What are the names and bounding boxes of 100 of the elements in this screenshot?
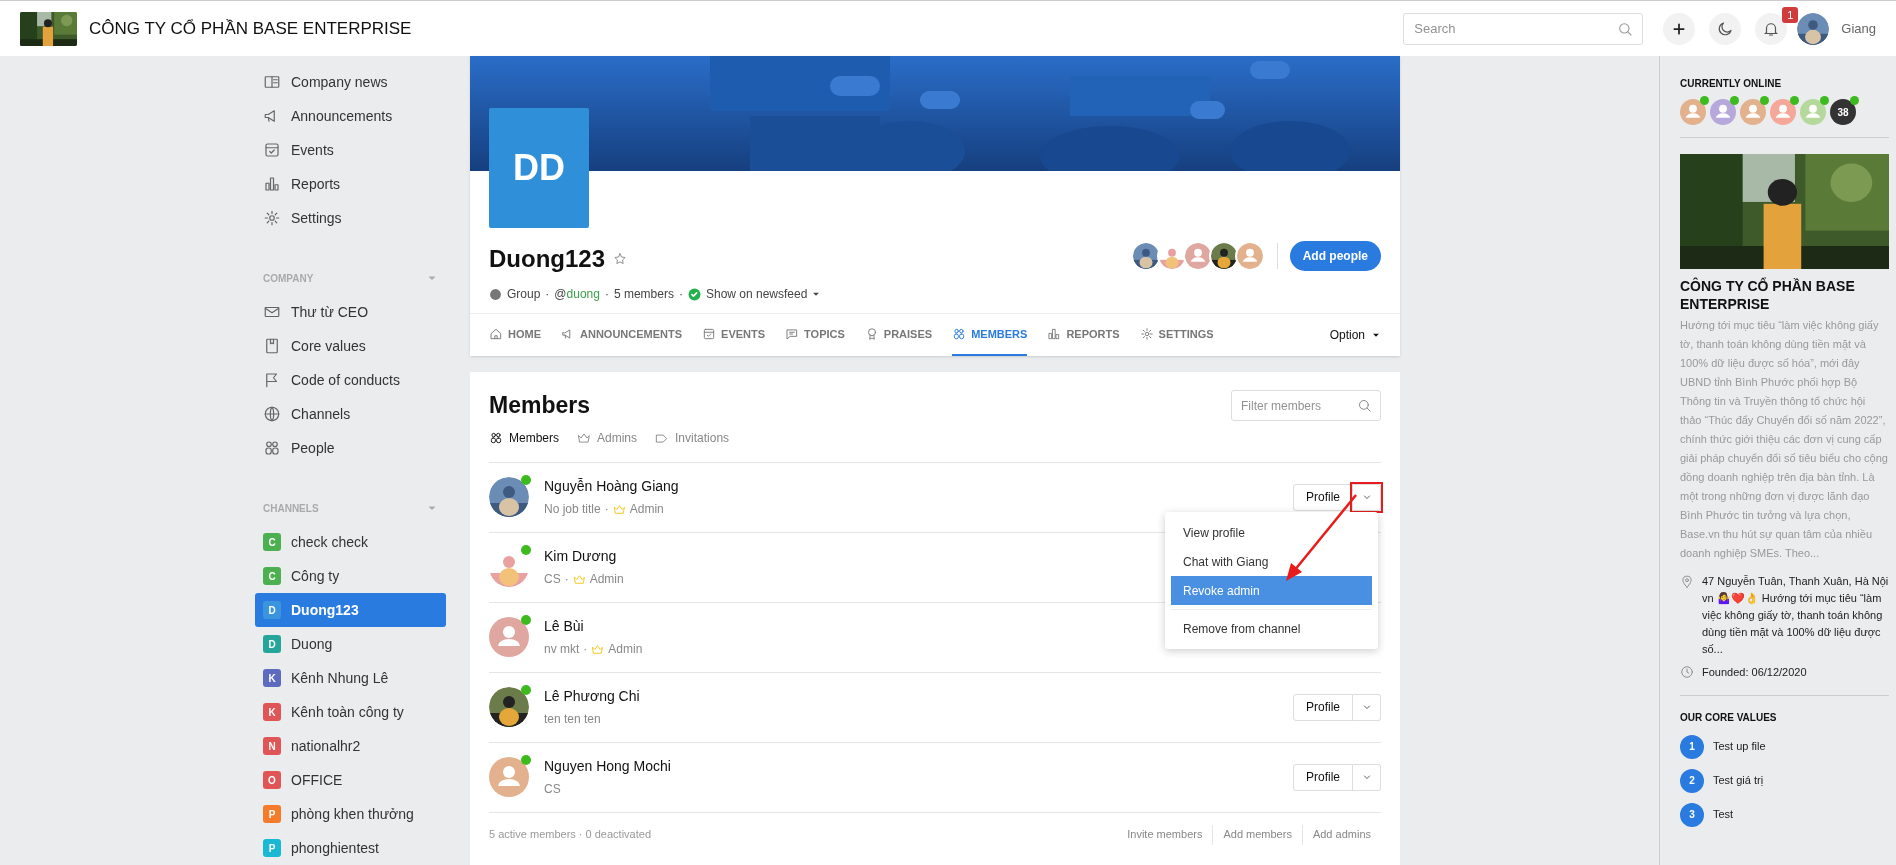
- channel-item[interactable]: D Duong: [255, 627, 446, 661]
- group-tab[interactable]: MEMBERS: [952, 314, 1028, 356]
- sidebar-item[interactable]: Channels: [255, 397, 446, 431]
- role-label: Admin: [608, 641, 643, 658]
- clock-icon: [1680, 665, 1694, 680]
- core-value[interactable]: Test giá trị: [1713, 772, 1764, 789]
- core-value[interactable]: Test up file: [1713, 738, 1766, 755]
- member-name[interactable]: Lê Phương Chi: [544, 686, 640, 707]
- dropdown-toggle[interactable]: [1353, 693, 1381, 721]
- user-name[interactable]: Giang: [1841, 18, 1876, 39]
- members-subtab[interactable]: Admins: [577, 428, 638, 447]
- sidebar-item[interactable]: Settings: [255, 201, 446, 235]
- dropdown-toggle[interactable]: [1353, 483, 1381, 511]
- section-header: COMPANY: [263, 271, 315, 286]
- channel-item[interactable]: O OFFICE: [255, 763, 446, 797]
- channel-item[interactable]: P phòng khen thưởng: [255, 797, 446, 831]
- member-summary: 5 active members · 0 deactivated: [489, 827, 653, 843]
- member-name[interactable]: Nguyen Hong Mochi: [544, 756, 671, 777]
- profile-button[interactable]: Profile: [1293, 483, 1353, 511]
- channel-badge: D: [263, 635, 281, 653]
- menu-item[interactable]: View profile: [1171, 518, 1372, 547]
- dropdown-toggle[interactable]: [1353, 763, 1381, 791]
- star-icon: [613, 252, 627, 266]
- channel-badge: O: [263, 771, 281, 789]
- filter-field[interactable]: Filter members: [1231, 390, 1381, 421]
- section-header: CHANNELS: [263, 501, 320, 516]
- search-field[interactable]: Search: [1403, 12, 1644, 45]
- crown-icon: [612, 502, 626, 516]
- channel-item[interactable]: C Công ty: [255, 559, 446, 593]
- sidebar-item[interactable]: Announcements: [255, 99, 446, 133]
- members-subtab[interactable]: Invitations: [655, 428, 730, 447]
- separator-dot: ·: [678, 286, 683, 303]
- newsfeed-toggle[interactable]: Show on newsfeed: [705, 285, 822, 303]
- channel-badge: D: [263, 601, 281, 619]
- bar-chart-icon: [1047, 327, 1062, 341]
- channel-badge: P: [263, 805, 281, 823]
- sidebar-item[interactable]: Thư từ CEO: [255, 295, 446, 329]
- job-title: CS: [544, 571, 561, 588]
- number-badge: 2: [1680, 768, 1704, 793]
- sidebar-item[interactable]: Events: [255, 133, 446, 167]
- founded-date: Founded: 06/12/2020: [1702, 665, 1807, 680]
- footer-link[interactable]: Add admins: [1302, 826, 1381, 843]
- search-icon: [1357, 398, 1372, 413]
- member-name[interactable]: Nguyễn Hoàng Giang: [544, 476, 679, 497]
- search-icon: [1617, 20, 1634, 37]
- sidebar-item[interactable]: Reports: [255, 167, 446, 201]
- add-button[interactable]: [1663, 12, 1696, 45]
- group-tab[interactable]: EVENTS: [702, 314, 766, 356]
- crown-icon: [577, 430, 591, 445]
- menu-item[interactable]: Remove from channel: [1171, 614, 1372, 643]
- profile-button[interactable]: Profile: [1293, 693, 1353, 721]
- sidebar-item[interactable]: People: [255, 431, 446, 465]
- core-value[interactable]: Test: [1713, 806, 1734, 823]
- footer-link[interactable]: Invite members: [1117, 826, 1213, 843]
- profile-button[interactable]: Profile: [1293, 763, 1353, 791]
- channel-item[interactable]: P phonghientest: [255, 831, 446, 865]
- separator-dot: ·: [604, 286, 609, 303]
- job-title: CS: [544, 781, 561, 798]
- group-tab[interactable]: SETTINGS: [1139, 314, 1214, 356]
- group-tab[interactable]: TOPICS: [785, 314, 845, 356]
- group-handle[interactable]: @duong: [554, 285, 600, 303]
- separator-dot: ·: [545, 286, 550, 303]
- menu-item[interactable]: Chat with Giang: [1171, 547, 1372, 576]
- sidebar-item[interactable]: Code of conducts: [255, 363, 446, 397]
- channel-item[interactable]: D Duong123: [255, 593, 446, 627]
- channel-badge: C: [263, 533, 281, 551]
- section-title: Members: [489, 391, 591, 420]
- group-type: Group: [507, 286, 541, 303]
- channel-badge: K: [263, 703, 281, 721]
- notification-button[interactable]: [1755, 12, 1788, 45]
- group-tab[interactable]: REPORTS: [1047, 314, 1120, 356]
- sidebar-item[interactable]: Core values: [255, 329, 446, 363]
- member-name[interactable]: Lê Bùi: [544, 616, 584, 637]
- calendar-check-icon: [263, 141, 281, 159]
- crown-icon: [591, 642, 605, 656]
- role-label: Admin: [629, 501, 664, 518]
- crown-icon: [572, 572, 586, 586]
- group-tab[interactable]: PRAISES: [864, 314, 933, 356]
- channel-badge: P: [263, 839, 281, 857]
- channel-item[interactable]: N nationalhr2: [255, 729, 446, 763]
- dark-mode-button[interactable]: [1709, 12, 1742, 45]
- job-title: ten ten ten: [544, 711, 601, 728]
- chat-bubble-icon: [785, 327, 800, 341]
- separator-dot: ·: [564, 571, 569, 588]
- group-tab[interactable]: HOME: [489, 314, 541, 356]
- avatar-placeholder-icon: [1234, 241, 1265, 271]
- sidebar-item[interactable]: Company news: [255, 65, 446, 99]
- more-online-count[interactable]: 38: [1830, 99, 1856, 125]
- channel-badge: N: [263, 737, 281, 755]
- channel-item[interactable]: K Kênh Nhung Lê: [255, 661, 446, 695]
- channel-item[interactable]: K Kênh toàn công ty: [255, 695, 446, 729]
- job-title: No job title: [544, 501, 601, 518]
- members-subtab[interactable]: Members: [489, 428, 559, 447]
- member-name[interactable]: Kim Dương: [544, 546, 617, 567]
- company-address: 47 Nguyễn Tuân, Thanh Xuân, Hà Nội vn 🤷‍♀❤👌 Hướng tới mục tiêu “làm việc không giấy tờ, thanh toán không dùng tiền mặt và 100% dữ liệu được số...: [1702, 574, 1889, 657]
- add-people-button[interactable]: Add people: [1289, 241, 1381, 271]
- channel-item[interactable]: C check check: [255, 525, 446, 559]
- option-dropdown[interactable]: Option: [1329, 314, 1381, 356]
- footer-link[interactable]: Add members: [1213, 826, 1302, 843]
- group-tab[interactable]: ANNOUNCEMENTS: [561, 314, 683, 356]
